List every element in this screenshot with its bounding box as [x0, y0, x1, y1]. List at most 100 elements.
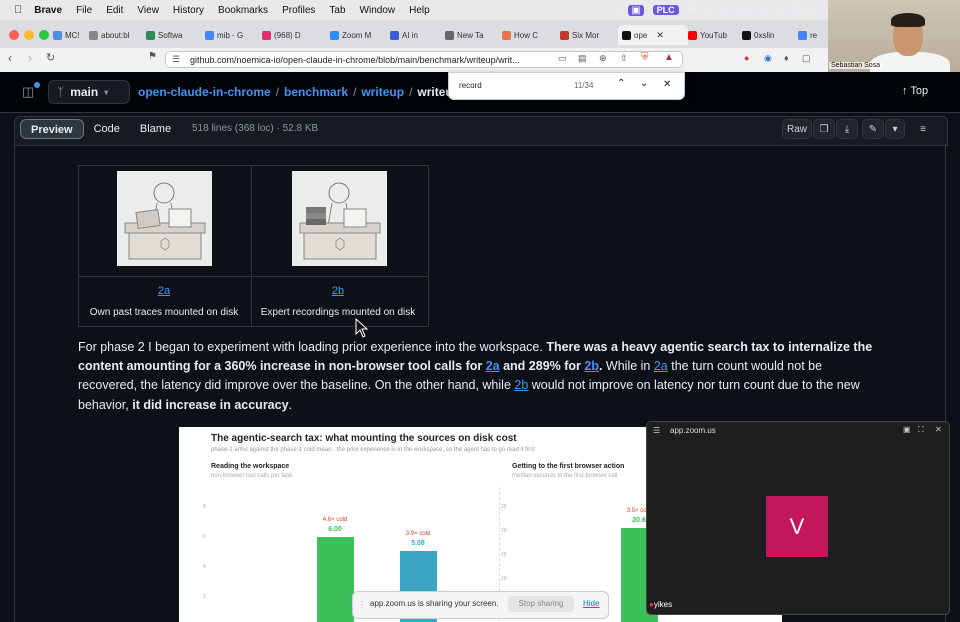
tab-favicon-icon: [53, 30, 62, 40]
para-link-2b[interactable]: 2b: [514, 378, 528, 392]
cast-icon[interactable]: ▭: [558, 53, 567, 64]
find-input[interactable]: record: [459, 81, 482, 90]
sidebar-icon[interactable]: ▢: [802, 53, 811, 64]
forward-button[interactable]: ›: [28, 51, 32, 65]
browser-tab[interactable]: MC!: [53, 25, 79, 45]
brave-rewards-icon[interactable]: ▲: [664, 52, 674, 63]
y-tick-label: 10: [501, 576, 507, 582]
menu-window[interactable]: Window: [360, 5, 396, 16]
y-tick-label: 8: [203, 504, 206, 510]
tab-blame[interactable]: Blame: [130, 119, 181, 139]
tool-icon[interactable]: ✖: [740, 5, 748, 16]
browser-tab[interactable]: YouTub: [688, 25, 736, 45]
close-window-button[interactable]: [9, 30, 19, 40]
menu-history[interactable]: History: [173, 5, 204, 16]
para-link-2a[interactable]: 2a: [486, 359, 500, 373]
browser-tab[interactable]: (968) D: [262, 25, 322, 45]
branch-selector[interactable]: ᛉ main ▾: [48, 80, 130, 104]
zoom-window-button[interactable]: [39, 30, 49, 40]
browser-tab[interactable]: How C: [502, 25, 552, 45]
menu-tab[interactable]: Tab: [329, 5, 345, 16]
para-text: .: [288, 397, 293, 412]
tab-label: mib - G: [217, 30, 244, 40]
brave-shields-icon[interactable]: ⛨: [641, 52, 649, 63]
tab-label: Softwa: [158, 30, 183, 40]
para-link-2b[interactable]: 2b: [584, 359, 599, 373]
figure-2a-link[interactable]: 2a: [78, 285, 250, 297]
top-link[interactable]: ↑ Top: [902, 85, 928, 97]
extension-red-icon[interactable]: ●: [744, 53, 749, 63]
browser-tab[interactable]: AI in: [390, 25, 438, 45]
para-link-2a[interactable]: 2a: [654, 359, 668, 373]
tab-favicon-icon: [798, 30, 807, 40]
battery-icon[interactable]: ▮▮: [791, 5, 802, 16]
share-icon[interactable]: ⇧: [620, 53, 628, 64]
extension-icon[interactable]: ⬢: [688, 5, 697, 16]
drag-handle-icon[interactable]: ⋮: [358, 600, 366, 609]
github-menubar-icon[interactable]: ◉: [722, 5, 731, 16]
zoom-share-icon[interactable]: ▣: [628, 4, 644, 16]
tab-preview[interactable]: Preview: [20, 119, 84, 139]
browser-tab[interactable]: re: [798, 25, 822, 45]
outline-icon[interactable]: ≡: [912, 119, 934, 139]
zoom-video-icon[interactable]: ▣: [903, 425, 911, 434]
extensions-icon[interactable]: ♦: [784, 53, 789, 63]
record-icon[interactable]: ●: [613, 5, 619, 16]
breadcrumb-benchmark[interactable]: benchmark: [284, 85, 348, 99]
copy-icon[interactable]: ❐: [813, 119, 835, 139]
browser-tab[interactable]: Zoom M: [330, 25, 382, 45]
menu-help[interactable]: Help: [409, 5, 430, 16]
wifi-icon[interactable]: ☷: [773, 5, 782, 16]
zoom-icon[interactable]: ⊕: [599, 53, 607, 64]
reload-icon[interactable]: ↻: [46, 51, 55, 64]
plc-badge[interactable]: PLC: [652, 5, 679, 15]
browser-tab[interactable]: ope ✕: [618, 25, 688, 45]
browser-tab[interactable]: about:bl: [89, 25, 139, 45]
browser-tab[interactable]: Six Mor: [560, 25, 612, 45]
zoom-close-icon[interactable]: ✕: [935, 425, 942, 434]
reader-icon[interactable]: ▤: [578, 53, 587, 64]
browser-tab[interactable]: 0xslin: [742, 25, 792, 45]
apple-icon[interactable]: : [14, 4, 22, 16]
find-close-icon[interactable]: ✕: [663, 79, 671, 90]
browser-tab[interactable]: mib - G: [205, 25, 255, 45]
bookmark-icon[interactable]: ⚑: [148, 51, 157, 62]
tab-label: MC!: [65, 30, 79, 40]
menu-app-name[interactable]: Brave: [34, 5, 62, 16]
extension-blue-icon[interactable]: ◉: [764, 53, 772, 64]
shield-icon[interactable]: ⛨: [705, 5, 713, 16]
menu-profiles[interactable]: Profiles: [282, 5, 315, 16]
breadcrumb-repo[interactable]: open-claude-in-chrome: [138, 85, 271, 99]
edit-menu-chevron-icon[interactable]: ▾: [885, 119, 905, 139]
site-settings-icon[interactable]: ☰: [172, 54, 180, 65]
close-tab-icon[interactable]: ✕: [656, 30, 664, 41]
minimize-window-button[interactable]: [24, 30, 34, 40]
url-text: github.com/noemica-io/open-claude-in-chr…: [190, 55, 520, 65]
edit-icon[interactable]: ✎: [862, 119, 884, 139]
figure-2a-sketch: [117, 171, 212, 266]
browser-tab[interactable]: Softwa: [146, 25, 198, 45]
menu-view[interactable]: View: [137, 5, 159, 16]
bar-value-label: 5.08: [411, 539, 425, 547]
find-next-icon[interactable]: ⌄: [640, 78, 648, 89]
zoom-menu-icon[interactable]: ☰: [653, 426, 660, 435]
stats-icon[interactable]: ⧗: [757, 5, 764, 16]
menu-bookmarks[interactable]: Bookmarks: [218, 5, 268, 16]
back-button[interactable]: ‹: [8, 51, 12, 65]
menu-edit[interactable]: Edit: [106, 5, 123, 16]
find-previous-icon[interactable]: ⌃: [617, 78, 625, 89]
raw-button[interactable]: Raw: [782, 119, 812, 139]
control-center-icon[interactable]: ⚙: [811, 5, 820, 16]
tab-favicon-icon: [742, 30, 751, 40]
tab-code[interactable]: Code: [84, 119, 130, 139]
browser-tab[interactable]: New Ta: [445, 25, 495, 45]
menu-file[interactable]: File: [76, 5, 92, 16]
zoom-expand-icon[interactable]: ⛶: [918, 425, 924, 435]
sidebar-toggle-icon[interactable]: ◫: [22, 84, 34, 100]
figure-2b-link[interactable]: 2b: [252, 285, 424, 297]
breadcrumb-writeup[interactable]: writeup: [361, 85, 404, 99]
stop-sharing-button[interactable]: Stop sharing: [508, 596, 574, 612]
tab-label: How C: [514, 30, 539, 40]
hide-share-bar-button[interactable]: Hide: [583, 599, 599, 608]
download-icon[interactable]: ⤓: [836, 119, 858, 139]
